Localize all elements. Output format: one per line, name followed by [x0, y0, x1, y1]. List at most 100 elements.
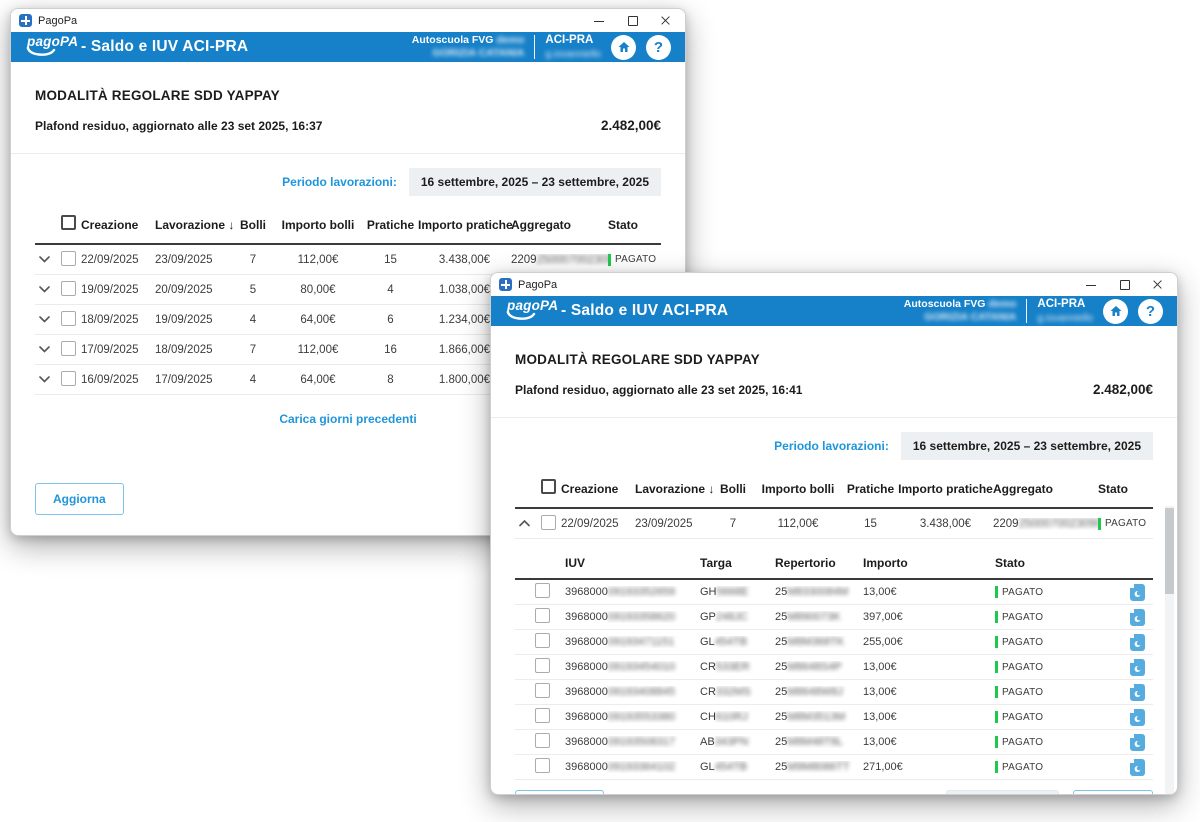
vai-al-carrello-button[interactable]: Vai al carrello	[946, 790, 1059, 795]
periodo-range[interactable]: 16 settembre, 2025 – 23 settembre, 2025	[901, 432, 1153, 460]
title-bar[interactable]: PagoPa	[11, 9, 685, 32]
help-button[interactable]: ?	[1138, 299, 1163, 324]
receipt-icon	[1130, 659, 1145, 676]
receipt-icon	[1130, 609, 1145, 626]
pagopa-logo: pagoPA	[25, 34, 69, 60]
collapse-chevron-icon[interactable]	[515, 515, 533, 533]
scrollbar-thumb[interactable]	[1165, 508, 1174, 594]
mode-title: MODALITÀ REGOLARE SDD YAPPAY	[515, 326, 1153, 367]
detail-row: 396800009193553380 CH610RJ 25M8M3513M 13…	[515, 705, 1153, 730]
targa-value: CR332MS	[700, 686, 775, 698]
row-checkbox[interactable]	[535, 633, 550, 648]
detail-row: 396800009193364102 GL454TB 25M9M8086TT 2…	[515, 755, 1153, 780]
periodo-range[interactable]: 16 settembre, 2025 – 23 settembre, 2025	[409, 168, 661, 196]
page-title: - Saldo e IUV ACI-PRA	[561, 302, 728, 320]
account-label: ACI-PRA g.iovanniello	[1037, 297, 1093, 326]
row-checkbox[interactable]	[535, 733, 550, 748]
iuv-value: 396800009193352659	[565, 586, 700, 598]
expand-chevron-icon[interactable]	[35, 281, 53, 299]
status-badge: PAGATO	[1098, 518, 1153, 530]
receipt-button[interactable]	[1130, 709, 1155, 726]
row-checkbox[interactable]	[535, 658, 550, 673]
mode-title: MODALITÀ REGOLARE SDD YAPPAY	[35, 62, 661, 103]
aggiorna-button[interactable]: Aggiorna	[515, 790, 604, 795]
plafond-label: Plafond residuo, aggiornato alle 23 set …	[35, 119, 322, 133]
aggiorna-button[interactable]: Aggiorna	[35, 483, 124, 515]
row-checkbox[interactable]	[535, 708, 550, 723]
status-green-bar	[995, 661, 998, 673]
question-icon: ?	[1146, 304, 1155, 319]
row-checkbox[interactable]	[535, 583, 550, 598]
status-badge: PAGATO	[995, 711, 1130, 723]
account-label: ACI-PRA g.iovanniello	[545, 33, 601, 62]
expand-chevron-icon[interactable]	[35, 371, 53, 389]
expand-chevron-icon[interactable]	[35, 311, 53, 329]
iuv-value: 396800009193358620	[565, 611, 700, 623]
select-all-checkbox[interactable]	[541, 479, 556, 494]
indietro-button[interactable]: Indietro	[1073, 790, 1153, 795]
repertorio-value: 25M9M8086TT	[775, 761, 863, 773]
status-green-bar	[995, 636, 998, 648]
receipt-button[interactable]	[1130, 734, 1155, 751]
row-checkbox[interactable]	[535, 758, 550, 773]
detail-row: 396800009193471151 GL454TB 25M8M368TK 25…	[515, 630, 1153, 655]
vertical-scrollbar[interactable]	[1165, 506, 1174, 795]
pagopa-window-foreground: PagoPa pagoPA - Saldo e IUV ACI-PRA Auto…	[490, 272, 1178, 795]
receipt-icon	[1130, 734, 1145, 751]
expand-chevron-icon[interactable]	[35, 251, 53, 269]
status-green-bar	[995, 686, 998, 698]
repertorio-value: 25M8M48T8L	[775, 736, 863, 748]
detail-row: 396800009193454010 CR533ER 25M8648S4P 13…	[515, 655, 1153, 680]
page-title: - Saldo e IUV ACI-PRA	[81, 38, 248, 56]
receipt-button[interactable]	[1130, 584, 1155, 601]
select-all-checkbox[interactable]	[61, 215, 76, 230]
receipt-button[interactable]	[1130, 634, 1155, 651]
plafond-label: Plafond residuo, aggiornato alle 23 set …	[515, 383, 802, 397]
receipt-button[interactable]	[1130, 659, 1155, 676]
status-badge: PAGATO	[608, 254, 663, 266]
section-divider	[11, 153, 685, 154]
close-icon[interactable]	[660, 15, 671, 26]
minimize-icon[interactable]	[594, 15, 605, 26]
iuv-detail-table: IUV Targa Repertorio Importo Stato 39680…	[515, 547, 1153, 780]
iuv-value: 396800009193471151	[565, 636, 700, 648]
expanded-table-row: 22/09/2025 23/09/2025 7 112,00€ 15 3.438…	[515, 509, 1153, 539]
help-button[interactable]: ?	[646, 35, 671, 60]
row-checkbox[interactable]	[61, 341, 76, 356]
row-checkbox[interactable]	[61, 371, 76, 386]
aggregato-value: 2209250007002309217	[511, 254, 608, 266]
main-content: MODALITÀ REGOLARE SDD YAPPAY Plafond res…	[491, 326, 1177, 794]
periodo-label: Periodo lavorazioni:	[774, 439, 889, 453]
receipt-button[interactable]	[1130, 609, 1155, 626]
table-header: Creazione Lavorazione ↓ Bolli Importo bo…	[35, 206, 661, 245]
receipt-button[interactable]	[1130, 759, 1155, 776]
home-button[interactable]	[611, 35, 636, 60]
minimize-icon[interactable]	[1086, 279, 1097, 290]
expand-chevron-icon[interactable]	[35, 341, 53, 359]
repertorio-value: 25M8648W8J	[775, 686, 863, 698]
targa-value: GL454TB	[700, 636, 775, 648]
row-checkbox[interactable]	[535, 608, 550, 623]
status-green-bar	[995, 586, 998, 598]
row-checkbox[interactable]	[541, 515, 556, 530]
row-checkbox[interactable]	[61, 251, 76, 266]
close-icon[interactable]	[1152, 279, 1163, 290]
title-bar[interactable]: PagoPa	[491, 273, 1177, 296]
iuv-value: 396800009193508317	[565, 736, 700, 748]
row-checkbox[interactable]	[535, 683, 550, 698]
row-checkbox[interactable]	[61, 311, 76, 326]
header-divider	[1026, 299, 1027, 323]
iuv-value: 396800009193408845	[565, 686, 700, 698]
home-button[interactable]	[1103, 299, 1128, 324]
detail-row: 396800009193408845 CR332MS 25M8648W8J 13…	[515, 680, 1153, 705]
targa-value: GL454TB	[700, 761, 775, 773]
maximize-icon[interactable]	[627, 15, 638, 26]
home-icon	[617, 40, 631, 54]
receipt-button[interactable]	[1130, 684, 1155, 701]
maximize-icon[interactable]	[1119, 279, 1130, 290]
row-checkbox[interactable]	[61, 281, 76, 296]
plafond-value: 2.482,00€	[601, 118, 661, 133]
repertorio-value: 25M890073K	[775, 611, 863, 623]
iuv-value: 396800009193454010	[565, 661, 700, 673]
iuv-value: 396800009193553380	[565, 711, 700, 723]
